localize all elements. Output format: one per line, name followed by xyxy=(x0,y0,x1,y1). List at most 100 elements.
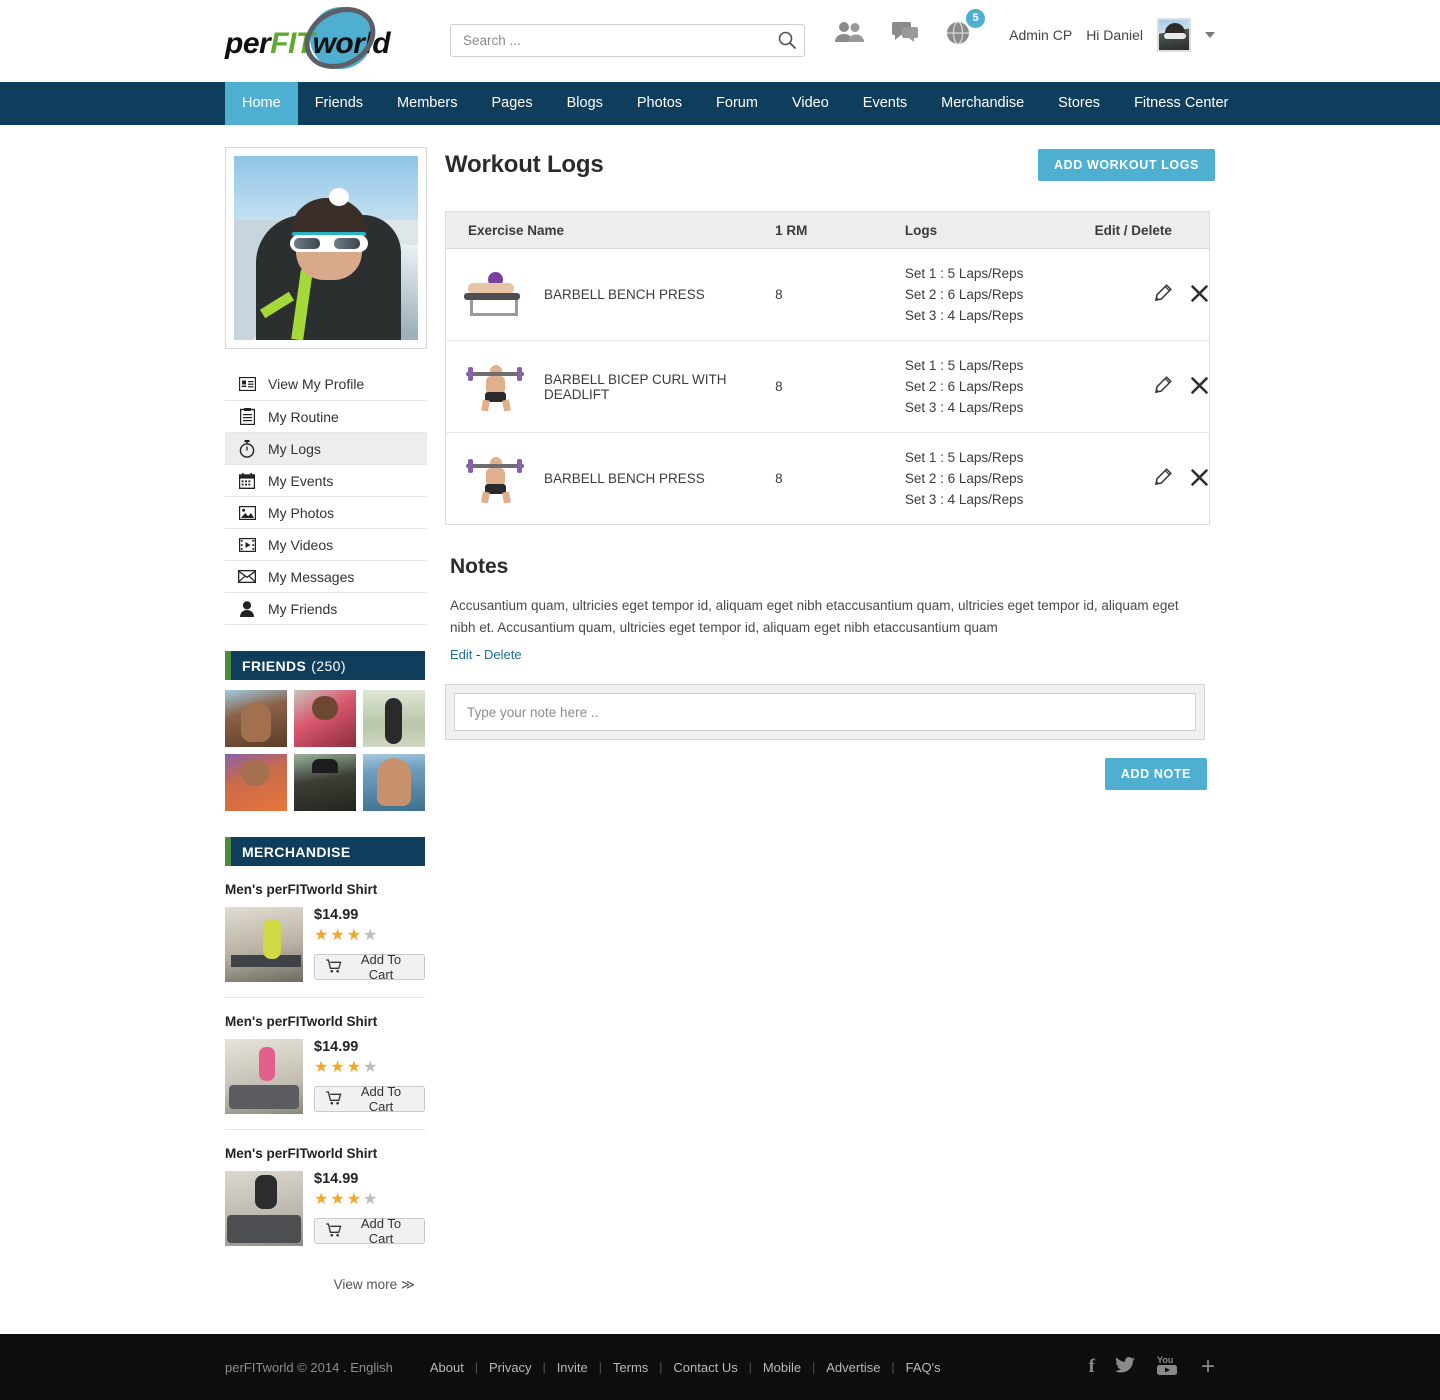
add-to-cart-button[interactable]: Add To Cart xyxy=(314,1084,425,1114)
nav-item-friends[interactable]: Friends xyxy=(298,82,380,125)
add-workout-logs-button[interactable]: ADD WORKOUT LOGS xyxy=(1037,149,1215,181)
search-icon xyxy=(778,31,797,50)
nav-item-home[interactable]: Home xyxy=(225,82,298,125)
nav-item-merchandise[interactable]: Merchandise xyxy=(924,82,1041,125)
clipboard-icon xyxy=(238,408,256,426)
sidebar-item-my-events[interactable]: My Events xyxy=(225,464,427,496)
log-set-line: Set 3 : 4 Laps/Reps xyxy=(904,400,1024,415)
admin-cp-link[interactable]: Admin CP xyxy=(1009,27,1072,43)
star-icon: ★ xyxy=(330,1191,345,1208)
friend-thumbnail[interactable] xyxy=(363,690,425,747)
footer-link-faq-s[interactable]: FAQ's xyxy=(895,1360,952,1375)
add-note-button[interactable]: ADD NOTE xyxy=(1104,758,1207,790)
friend-thumbnail[interactable] xyxy=(225,754,287,811)
star-icon: ★ xyxy=(330,1059,345,1076)
person-icon xyxy=(238,600,256,618)
sidebar-item-my-videos[interactable]: My Videos xyxy=(225,528,427,560)
nav-item-video[interactable]: Video xyxy=(775,82,846,125)
edit-row-button[interactable] xyxy=(1153,283,1172,306)
star-icon: ★ xyxy=(363,927,378,944)
messages-icon-button[interactable] xyxy=(891,20,919,49)
sidebar-item-my-messages[interactable]: My Messages xyxy=(225,560,427,592)
merchandise-item-rating: ★ ★ ★ ★ xyxy=(314,1060,425,1076)
avatar[interactable] xyxy=(1157,18,1191,52)
friends-widget-header: FRIENDS (250) xyxy=(225,651,425,680)
log-set-line: Set 3 : 4 Laps/Reps xyxy=(904,492,1024,507)
note-input-container xyxy=(445,684,1205,740)
add-to-cart-button[interactable]: Add To Cart xyxy=(314,1216,425,1246)
footer-link-terms[interactable]: Terms xyxy=(602,1360,659,1375)
cart-icon xyxy=(326,1090,342,1108)
merchandise-item-title: Men's perFITworld Shirt xyxy=(225,882,378,897)
log-set-line: Set 1 : 5 Laps/Reps xyxy=(904,358,1024,373)
search-box xyxy=(450,24,805,57)
note-input[interactable] xyxy=(454,693,1196,731)
sidebar-item-my-routine[interactable]: My Routine xyxy=(225,400,427,432)
twitter-icon[interactable] xyxy=(1114,1356,1135,1378)
delete-row-button[interactable] xyxy=(1190,284,1209,306)
site-logo[interactable]: perFITworld xyxy=(225,0,425,81)
main-content: Workout Logs ADD WORKOUT LOGS Exercise N… xyxy=(445,147,1215,790)
friend-thumbnail[interactable] xyxy=(363,754,425,811)
footer-link-invite[interactable]: Invite xyxy=(546,1360,599,1375)
sidebar-item-label: My Routine xyxy=(268,408,339,425)
footer-link-about[interactable]: About xyxy=(419,1360,475,1375)
exercise-logs: Set 1 : 5 Laps/Reps Set 2 : 6 Laps/Reps Se… xyxy=(905,249,1095,341)
facebook-icon[interactable]: f xyxy=(1089,1356,1095,1378)
googleplus-icon[interactable]: + xyxy=(1201,1355,1215,1379)
delete-row-button[interactable] xyxy=(1190,376,1209,398)
nav-item-fitness-center[interactable]: Fitness Center xyxy=(1117,82,1245,125)
friend-thumbnail[interactable] xyxy=(294,754,356,811)
footer-link-privacy[interactable]: Privacy xyxy=(478,1360,543,1375)
sidebar-item-my-photos[interactable]: My Photos xyxy=(225,496,427,528)
nav-item-members[interactable]: Members xyxy=(380,82,474,125)
sidebar-item-label: View My Profile xyxy=(268,376,365,392)
edit-row-button[interactable] xyxy=(1153,467,1172,490)
nav-item-forum[interactable]: Forum xyxy=(699,82,775,125)
nav-item-events[interactable]: Events xyxy=(846,82,924,125)
page-title: Workout Logs xyxy=(445,151,604,178)
delete-row-button[interactable] xyxy=(1190,468,1209,490)
footer-link-contact-us[interactable]: Contact Us xyxy=(662,1360,748,1375)
youtube-icon[interactable]: You xyxy=(1155,1354,1181,1381)
search-button[interactable] xyxy=(777,30,797,50)
log-set-line: Set 2 : 6 Laps/Reps xyxy=(904,287,1024,302)
footer-link-advertise[interactable]: Advertise xyxy=(815,1360,891,1375)
friend-thumbnail[interactable] xyxy=(225,690,287,747)
profile-photo[interactable] xyxy=(234,156,418,340)
footer-link-mobile[interactable]: Mobile xyxy=(752,1360,812,1375)
merchandise-item-image[interactable] xyxy=(225,907,303,982)
greeting-link[interactable]: Hi Daniel xyxy=(1086,27,1143,43)
exercise-logs: Set 1 : 5 Laps/Reps Set 2 : 6 Laps/Reps Se… xyxy=(905,341,1095,433)
exercise-1rm: 8 xyxy=(775,379,783,394)
exercise-name: BARBELL BENCH PRESS xyxy=(544,287,705,302)
chevron-down-icon[interactable] xyxy=(1205,32,1215,38)
merchandise-item-image[interactable] xyxy=(225,1171,303,1246)
note-edit-link[interactable]: Edit xyxy=(450,647,472,662)
sidebar-item-my-friends[interactable]: My Friends xyxy=(225,592,427,624)
friends-icon-button[interactable] xyxy=(835,20,865,49)
note-delete-link[interactable]: Delete xyxy=(484,647,522,662)
friend-thumbnail[interactable] xyxy=(294,690,356,747)
nav-item-blogs[interactable]: Blogs xyxy=(550,82,620,125)
pencil-icon xyxy=(1153,467,1172,490)
sidebar-item-view-my-profile[interactable]: View My Profile xyxy=(225,368,427,400)
nav-item-photos[interactable]: Photos xyxy=(620,82,699,125)
star-icon: ★ xyxy=(330,927,345,944)
log-set-line: Set 3 : 4 Laps/Reps xyxy=(904,308,1024,323)
star-icon: ★ xyxy=(314,1191,329,1208)
notifications-icon-button[interactable]: 5 xyxy=(945,9,985,51)
nav-item-stores[interactable]: Stores xyxy=(1041,82,1117,125)
search-input[interactable] xyxy=(450,24,805,57)
image-icon xyxy=(238,504,256,522)
merchandise-item-image[interactable] xyxy=(225,1039,303,1114)
log-set-line: Set 2 : 6 Laps/Reps xyxy=(904,471,1024,486)
nav-item-pages[interactable]: Pages xyxy=(474,82,549,125)
view-more-link[interactable]: View more ≫ xyxy=(225,1261,427,1293)
merchandise-item-price: $14.99 xyxy=(314,907,359,923)
add-to-cart-label: Add To Cart xyxy=(360,952,402,982)
exercise-name: BARBELL BICEP CURL WITH DEADLIFT xyxy=(544,371,727,402)
add-to-cart-button[interactable]: Add To Cart xyxy=(314,952,425,982)
edit-row-button[interactable] xyxy=(1153,375,1172,398)
sidebar-item-my-logs[interactable]: My Logs xyxy=(225,432,427,464)
